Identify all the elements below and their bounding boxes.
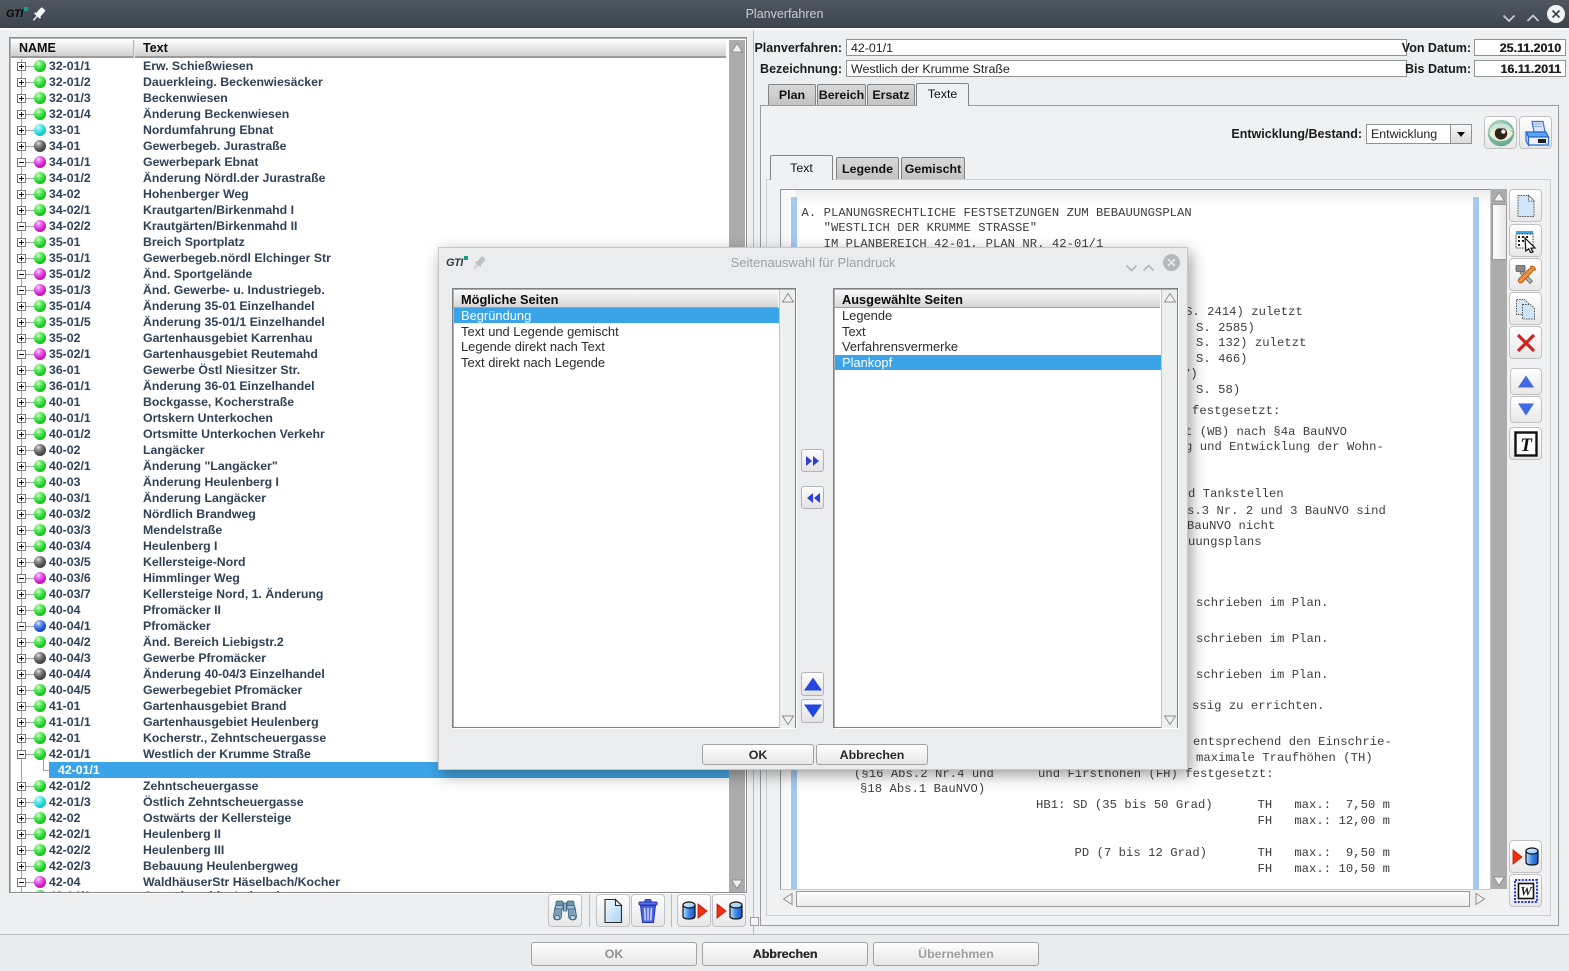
svg-text:T: T	[1520, 435, 1533, 456]
svg-text:W: W	[1520, 883, 1533, 898]
